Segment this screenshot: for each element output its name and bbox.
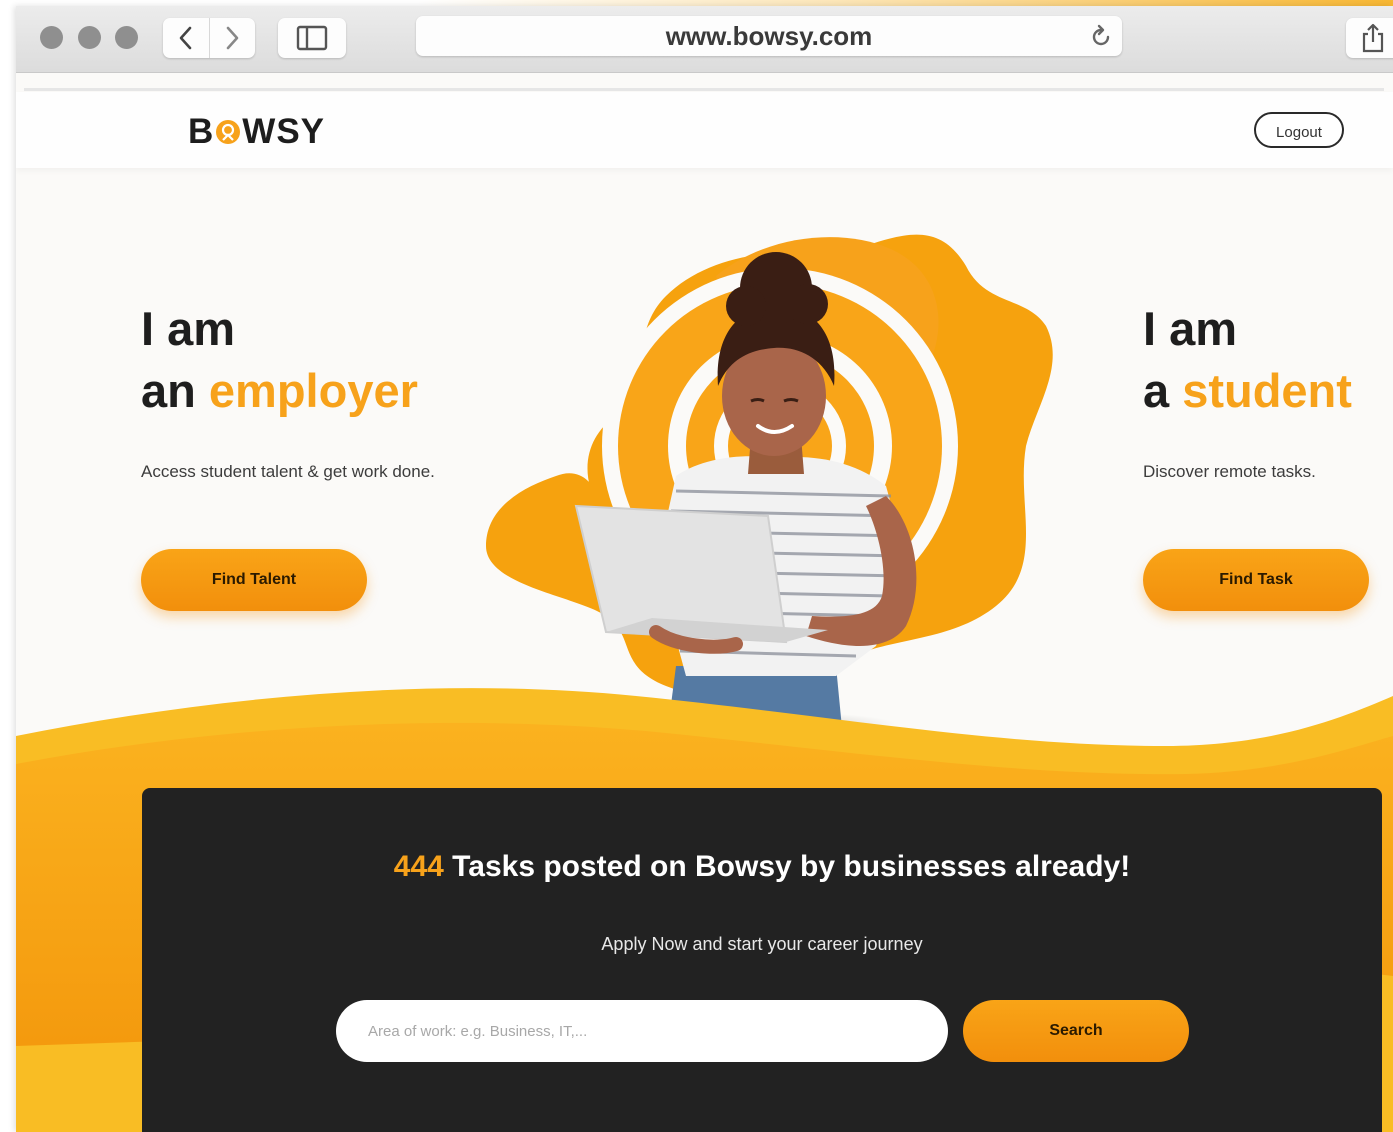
student-description: Discover remote tasks. (1143, 462, 1316, 481)
student-headline-prefix: a (1143, 364, 1183, 417)
student-headline: I am a student (1143, 298, 1352, 422)
employer-section: I am an employer Access student talent &… (141, 298, 435, 482)
employer-headline: I am an employer (141, 298, 435, 422)
browser-window: www.bowsy.com B WSY Logout I am an emplo… (16, 6, 1393, 1132)
tasks-panel-subtitle: Apply Now and start your career journey (601, 934, 923, 954)
employer-description: Access student talent & get work done. (141, 462, 435, 481)
find-talent-button[interactable]: Find Talent (141, 549, 367, 611)
task-count: 444 (393, 850, 444, 883)
area-of-work-search-input[interactable] (336, 1000, 948, 1062)
student-headline-accent: student (1182, 364, 1352, 417)
student-headline-line1: I am (1143, 302, 1238, 355)
employer-headline-line1: I am (141, 302, 236, 355)
tasks-panel-title-text: Tasks posted on Bowsy by businesses alre… (443, 850, 1131, 883)
search-button[interactable]: Search (963, 1000, 1189, 1062)
student-section: I am a student Discover remote tasks. (1143, 298, 1352, 482)
tasks-panel-title: 444 Tasks posted on Bowsy by businesses … (142, 850, 1382, 884)
employer-headline-prefix: an (141, 364, 209, 417)
find-task-button[interactable]: Find Task (1143, 549, 1369, 611)
employer-headline-accent: employer (208, 364, 418, 417)
tasks-panel: 444 Tasks posted on Bowsy by businesses … (142, 788, 1382, 1132)
